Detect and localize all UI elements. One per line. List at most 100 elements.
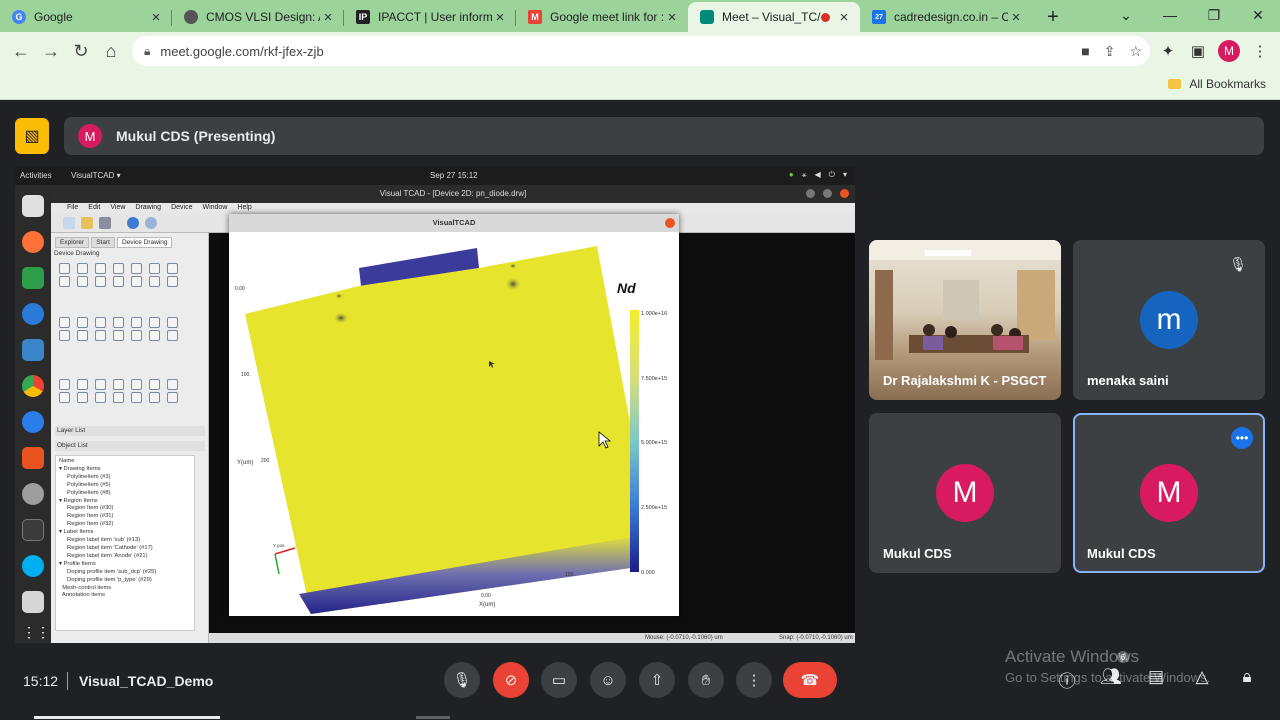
tab-search-icon[interactable]: ⌄ bbox=[1104, 0, 1148, 30]
camera-in-use-icon[interactable]: ■ bbox=[1081, 43, 1089, 59]
object-tree-item: Mesh-control items bbox=[59, 584, 112, 591]
maximize-dot-icon bbox=[823, 189, 832, 198]
tab-cadredesign[interactable]: 27 cadredesign.co.in – Ca × bbox=[860, 2, 1032, 32]
shared-screen[interactable]: Activities VisualTCAD ▾ Sep 27 15:12 ● ⚹… bbox=[15, 167, 855, 643]
doping-plot-svg: Nd 1.000e+16 7.500e+15 5.000e+15 2.500e+… bbox=[235, 246, 677, 614]
recording-indicator-icon bbox=[821, 12, 830, 22]
plot-dialog: VisualTCAD Nd 1.000e+16 7.500e+15 5.000e… bbox=[229, 214, 679, 616]
minimize-button[interactable]: — bbox=[1148, 0, 1192, 30]
home-button[interactable]: ⌂ bbox=[96, 36, 126, 66]
tab-gmail[interactable]: M Google meet link for : × bbox=[516, 2, 688, 32]
avatar: m bbox=[1140, 291, 1198, 349]
participant-tile-mukul-self[interactable]: ••• M Mukul CDS bbox=[1073, 413, 1265, 573]
close-tab-icon[interactable]: × bbox=[664, 9, 680, 26]
all-bookmarks[interactable]: All Bookmarks bbox=[1168, 77, 1266, 91]
object-tree-item: ▾ Profile Items bbox=[59, 560, 96, 567]
tool-icon bbox=[131, 276, 142, 287]
object-list-header: Object List bbox=[55, 441, 205, 451]
more-options-button[interactable]: ⋮ bbox=[736, 662, 772, 698]
tab-meet-active[interactable]: Meet – Visual_TC/ × bbox=[688, 2, 860, 32]
chrome-icon bbox=[22, 375, 44, 397]
mouse-coords: Mouse: (-0.0710,-0.1060) um bbox=[645, 635, 723, 641]
tab-ipacct[interactable]: IP IPACCT | User informa × bbox=[344, 2, 516, 32]
host-controls-icon[interactable]: 🔒︎ bbox=[1235, 667, 1259, 687]
redo-icon bbox=[145, 217, 157, 229]
extensions-puzzle-icon[interactable]: ✦ bbox=[1158, 42, 1178, 60]
tab-explorer: Explorer bbox=[55, 237, 90, 248]
object-tree: Name ▾ Drawing Items PolylineItem (#3) Po… bbox=[55, 455, 195, 631]
tool-icon bbox=[131, 330, 142, 341]
close-tab-icon[interactable]: × bbox=[1008, 9, 1024, 26]
save-file-icon bbox=[99, 217, 111, 229]
tool-icon bbox=[95, 276, 106, 287]
microphone-button[interactable]: 🎙︎ bbox=[444, 662, 480, 698]
colorbar-title: Nd bbox=[617, 280, 636, 296]
tab-cmos-vlsi[interactable]: CMOS VLSI Design: A × bbox=[172, 2, 344, 32]
back-button[interactable]: ← bbox=[6, 36, 36, 66]
menu-drawing: Drawing bbox=[135, 204, 162, 211]
raise-hand-button[interactable]: ✋︎ bbox=[688, 662, 724, 698]
app-menubar: File Edit View Drawing Device Window Hel… bbox=[51, 203, 855, 213]
close-tab-icon[interactable]: × bbox=[148, 9, 164, 26]
tool-icon bbox=[77, 263, 88, 274]
globe-favicon-icon bbox=[184, 10, 198, 24]
plot-dialog-title: VisualTCAD bbox=[229, 214, 679, 232]
y-axis-triad-icon bbox=[274, 553, 280, 575]
tool-icon bbox=[59, 276, 70, 287]
participant-tile-mukul[interactable]: M Mukul CDS bbox=[869, 413, 1061, 573]
participant-tile-rajalakshmi[interactable]: Dr Rajalakshmi K - PSGCT bbox=[869, 240, 1061, 400]
colorbar-tick: 2.500e+15 bbox=[641, 505, 667, 511]
tool-icon bbox=[113, 263, 124, 274]
close-tab-icon[interactable]: × bbox=[836, 9, 852, 26]
meeting-name: Visual_TCAD_Demo bbox=[79, 673, 214, 689]
leave-call-button[interactable]: ☎︎ bbox=[783, 662, 837, 698]
menu-kebab-icon[interactable]: ⋮ bbox=[1250, 42, 1270, 60]
presenting-banner: M Mukul CDS (Presenting) bbox=[64, 117, 1264, 155]
tool-icon bbox=[149, 317, 160, 328]
tab-google[interactable]: G Google × bbox=[0, 2, 172, 32]
share-icon[interactable]: ⇪ bbox=[1104, 43, 1116, 60]
gmail-favicon-icon: M bbox=[528, 10, 542, 24]
tool-icon bbox=[95, 263, 106, 274]
app-grid-icon: ⋮⋮ bbox=[22, 621, 50, 643]
profile-avatar[interactable]: M bbox=[1218, 40, 1240, 62]
tool-icon bbox=[149, 379, 160, 390]
close-tab-icon[interactable]: × bbox=[492, 9, 508, 26]
bookmarks-bar: All Bookmarks bbox=[0, 70, 1280, 100]
bookmark-star-icon[interactable]: ☆ bbox=[1129, 43, 1142, 60]
window-buttons bbox=[806, 189, 849, 198]
x-tick-label: 0.00 bbox=[481, 593, 491, 599]
tool-icon bbox=[131, 317, 142, 328]
present-button[interactable]: ⇧ bbox=[639, 662, 675, 698]
stop-presenting-icon[interactable]: ▧ bbox=[15, 118, 49, 154]
object-tree-item: Region label item 'sub' (#13) bbox=[59, 537, 141, 544]
more-options-icon[interactable]: ••• bbox=[1231, 427, 1253, 449]
terminal-icon bbox=[22, 519, 44, 541]
device-drawing-label: Device Drawing bbox=[54, 250, 100, 257]
tool-icon bbox=[113, 276, 124, 287]
side-panel-icon[interactable]: ▣ bbox=[1188, 42, 1208, 60]
close-tab-icon[interactable]: × bbox=[320, 9, 336, 26]
writer-icon bbox=[22, 339, 44, 361]
reload-button[interactable]: ↻ bbox=[66, 36, 96, 66]
address-bar[interactable]: 🔒︎ meet.google.com/rkf-jfex-zjb ■ ⇪ ☆ bbox=[132, 36, 1150, 66]
new-tab-button[interactable]: + bbox=[1038, 2, 1068, 32]
camera-off-button[interactable]: ⊘ bbox=[493, 662, 529, 698]
restore-button[interactable]: ❐ bbox=[1192, 0, 1236, 30]
doping-spot bbox=[505, 277, 521, 291]
participant-tile-menaka[interactable]: 🎙︎ m menaka saini bbox=[1073, 240, 1265, 400]
tool-icon bbox=[59, 330, 70, 341]
captions-button[interactable]: ▭ bbox=[541, 662, 577, 698]
close-window-button[interactable]: ✕ bbox=[1236, 0, 1280, 30]
presenter-label: Mukul CDS (Presenting) bbox=[116, 128, 276, 144]
document-icon bbox=[22, 447, 44, 469]
object-tree-item: PolylineItem (#5) bbox=[59, 481, 111, 488]
object-tree-item: ▾ Drawing Items bbox=[59, 465, 101, 472]
tool-icon bbox=[167, 392, 178, 403]
power-icon: ⏻ bbox=[828, 170, 835, 179]
tab-start: Start bbox=[91, 237, 115, 248]
forward-button[interactable]: → bbox=[36, 36, 66, 66]
object-tree-list: Name ▾ Drawing Items PolylineItem (#3) Po… bbox=[56, 456, 194, 602]
site-info-icon[interactable]: 🔒︎ bbox=[144, 44, 150, 59]
emoji-button[interactable]: ☺ bbox=[590, 662, 626, 698]
